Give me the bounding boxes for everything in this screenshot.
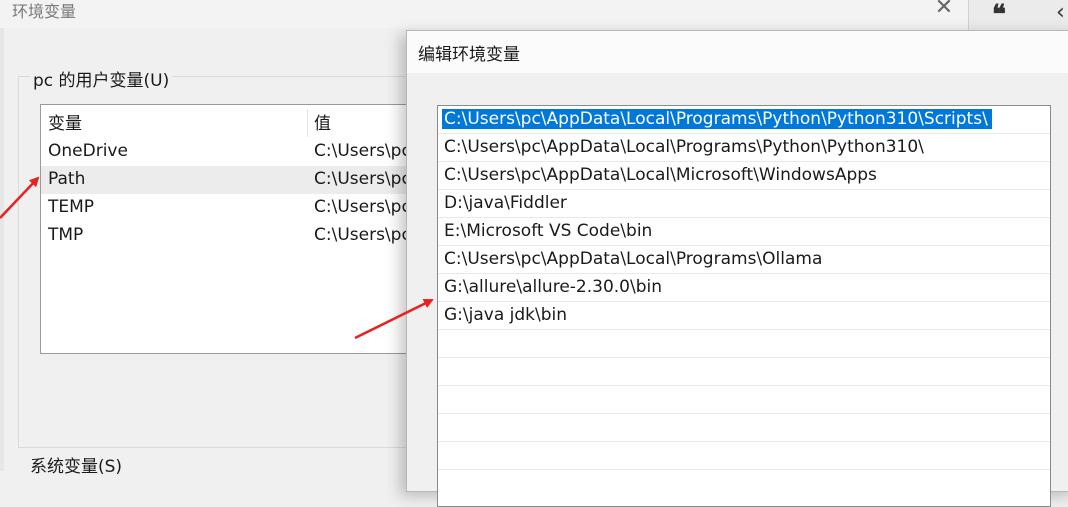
column-header-value[interactable]: 值 [314,109,331,134]
path-entry[interactable]: G:\java jdk\bin [438,302,1050,330]
variable-name: Path [48,169,86,189]
window-left-edge [0,28,4,471]
path-entry[interactable]: E:\Microsoft VS Code\bin [438,218,1050,246]
user-variables-label: pc 的用户变量(U) [30,66,173,91]
path-entry-text: C:\Users\pc\AppData\Local\Programs\Ollam… [444,249,823,269]
path-entry-text: G:\allure\allure-2.30.0\bin [444,277,663,297]
chevron-left-icon[interactable]: ‹ [1056,0,1065,25]
path-entry[interactable]: G:\allure\allure-2.30.0\bin [438,274,1050,302]
variable-value: C:\Users\pc [314,141,411,161]
path-entry[interactable]: D:\java\Fiddler [438,190,1050,218]
path-entry-text: E:\Microsoft VS Code\bin [444,221,653,241]
path-entry[interactable]: C:\Users\pc\AppData\Local\Microsoft\Wind… [438,162,1050,190]
window-titlebar: 环境变量 [0,0,968,28]
close-icon[interactable]: ✕ [932,0,956,20]
path-entry-selected[interactable]: C:\Users\pc\AppData\Local\Programs\Pytho… [438,106,1050,134]
system-variables-label: 系统变量(S) [30,457,123,477]
path-entry[interactable]: C:\Users\pc\AppData\Local\Programs\Ollam… [438,246,1050,274]
variable-value: C:\Users\pc [314,169,411,189]
path-entry-text: C:\Users\pc\AppData\Local\Programs\Pytho… [442,109,992,129]
path-entry-text: G:\java jdk\bin [444,305,568,325]
edit-environment-variable-dialog: 编辑环境变量 C:\Users\pc\AppData\Local\Program… [406,30,1068,507]
dialog-titlebar[interactable]: 编辑环境变量 [407,31,1068,73]
path-entry-text: C:\Users\pc\AppData\Local\Programs\Pytho… [444,137,924,157]
empty-row[interactable] [438,358,1050,386]
variable-name: OneDrive [48,141,128,161]
variable-value: C:\Users\pc [314,225,411,245]
variable-value: C:\Users\pc [314,197,411,217]
empty-row[interactable] [438,442,1050,470]
list-item[interactable]: TMP C:\Users\pc [41,222,416,250]
column-separator[interactable] [307,109,308,137]
path-entries-list[interactable]: C:\Users\pc\AppData\Local\Programs\Pytho… [437,105,1051,507]
empty-row[interactable] [438,386,1050,414]
variable-name: TMP [48,225,84,245]
path-entry-text: C:\Users\pc\AppData\Local\Microsoft\Wind… [444,165,877,185]
dialog-title: 编辑环境变量 [418,45,520,65]
window-title: 环境变量 [12,2,77,21]
column-header-variable[interactable]: 变量 [48,109,82,134]
empty-row[interactable] [438,414,1050,442]
user-variables-list[interactable]: 变量 值 OneDrive C:\Users\pc Path C:\Users\… [40,104,417,354]
path-entry[interactable]: C:\Users\pc\AppData\Local\Programs\Pytho… [438,134,1050,162]
list-item[interactable]: TEMP C:\Users\pc [41,194,416,222]
list-item-selected[interactable]: Path C:\Users\pc [41,166,416,194]
variable-name: TEMP [48,197,95,217]
quote-icon[interactable]: ❝ [992,0,1006,30]
side-toolbar [968,0,1068,30]
empty-row[interactable] [438,330,1050,358]
list-item[interactable]: OneDrive C:\Users\pc [41,138,416,166]
path-entry-text: D:\java\Fiddler [444,193,567,213]
dialog-body: C:\Users\pc\AppData\Local\Programs\Pytho… [407,73,1068,507]
